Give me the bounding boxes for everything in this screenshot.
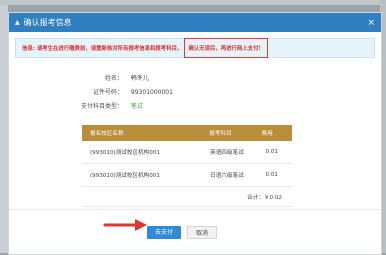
dialog-titlebar: ▲ 确认报考信息 × bbox=[9, 13, 381, 32]
row-subject: 英语四级笔试 bbox=[201, 141, 254, 164]
close-icon[interactable]: × bbox=[367, 18, 375, 28]
table-row: (993010)测试校区机构001 日语六级笔试 0.01 bbox=[82, 163, 292, 187]
pay-button[interactable]: 去支付 bbox=[147, 226, 181, 239]
id-field: 证件号码： 99301000001 bbox=[53, 87, 173, 96]
cancel-button[interactable]: 取消 bbox=[187, 226, 217, 239]
id-label: 证件号码： bbox=[92, 89, 123, 96]
pay-type-label: 支付科目类型： bbox=[80, 103, 123, 110]
id-value: 99301000001 bbox=[130, 89, 173, 96]
row-fee: 0.01 bbox=[253, 163, 292, 187]
notice-text: 信息: 请考生在进行缴费前，请重新核对所有报考信息和报考科目， bbox=[22, 46, 183, 52]
notice-highlight: 确认无误后，再进行网上支付！ bbox=[184, 38, 268, 58]
table-header-row: 报名校区名称 报考科目 费用 bbox=[82, 125, 292, 141]
pointer-arrow-icon bbox=[103, 219, 147, 231]
header-campus: 报名校区名称 bbox=[82, 125, 202, 141]
table-row: (993010)测试校区机构001 英语四级笔试 0.01 bbox=[82, 141, 292, 164]
background-top bbox=[0, 0, 386, 5]
pay-type-field: 支付科目类型： 笔试 bbox=[53, 101, 143, 110]
name-field: 姓名： 韩冬儿 bbox=[53, 73, 149, 82]
table-total-row: 合计：￥0.02 bbox=[82, 186, 292, 207]
title-triangle-icon: ▲ bbox=[15, 19, 20, 26]
total-amount: 合计：￥0.02 bbox=[82, 186, 292, 207]
name-value: 韩冬儿 bbox=[130, 75, 149, 82]
background-left bbox=[0, 0, 8, 253]
row-campus: (993010)测试校区机构001 bbox=[82, 141, 202, 164]
header-subject: 报考科目 bbox=[201, 125, 254, 141]
dialog-title: 确认报考信息 bbox=[23, 18, 72, 27]
pay-type-value: 笔试 bbox=[130, 103, 143, 110]
row-fee: 0.01 bbox=[253, 141, 292, 164]
confirm-registration-dialog: ▲ 确认报考信息 × 信息: 请考生在进行缴费前，请重新核对所有报考信息和报考科… bbox=[8, 12, 382, 255]
name-label: 姓名： bbox=[104, 75, 123, 82]
dialog-footer: 去支付 取消 bbox=[9, 209, 381, 252]
notice-banner: 信息: 请考生在进行缴费前，请重新核对所有报考信息和报考科目， 确认无误后，再进… bbox=[15, 38, 375, 58]
row-subject: 日语六级笔试 bbox=[201, 163, 254, 187]
exam-table: 报名校区名称 报考科目 费用 (993010)测试校区机构001 英语四级笔试 … bbox=[82, 125, 292, 207]
row-campus: (993010)测试校区机构001 bbox=[82, 163, 202, 187]
header-fee: 费用 bbox=[253, 125, 292, 141]
